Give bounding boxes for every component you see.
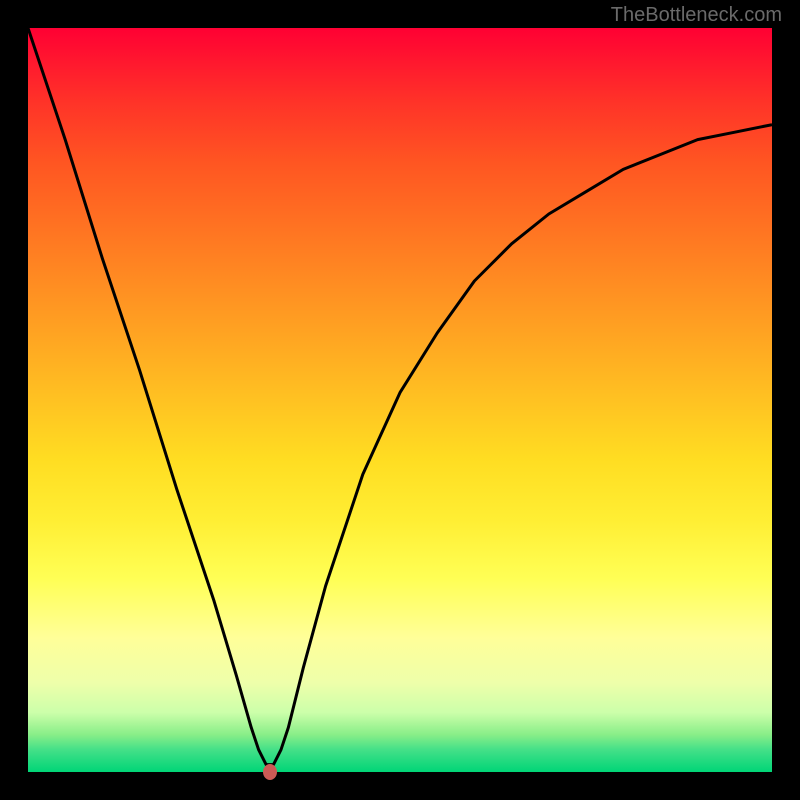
watermark-text: TheBottleneck.com (611, 4, 782, 27)
curve-svg (28, 28, 772, 772)
optimum-marker-icon (263, 764, 277, 780)
bottleneck-curve (28, 28, 772, 765)
plot-area (28, 28, 772, 772)
